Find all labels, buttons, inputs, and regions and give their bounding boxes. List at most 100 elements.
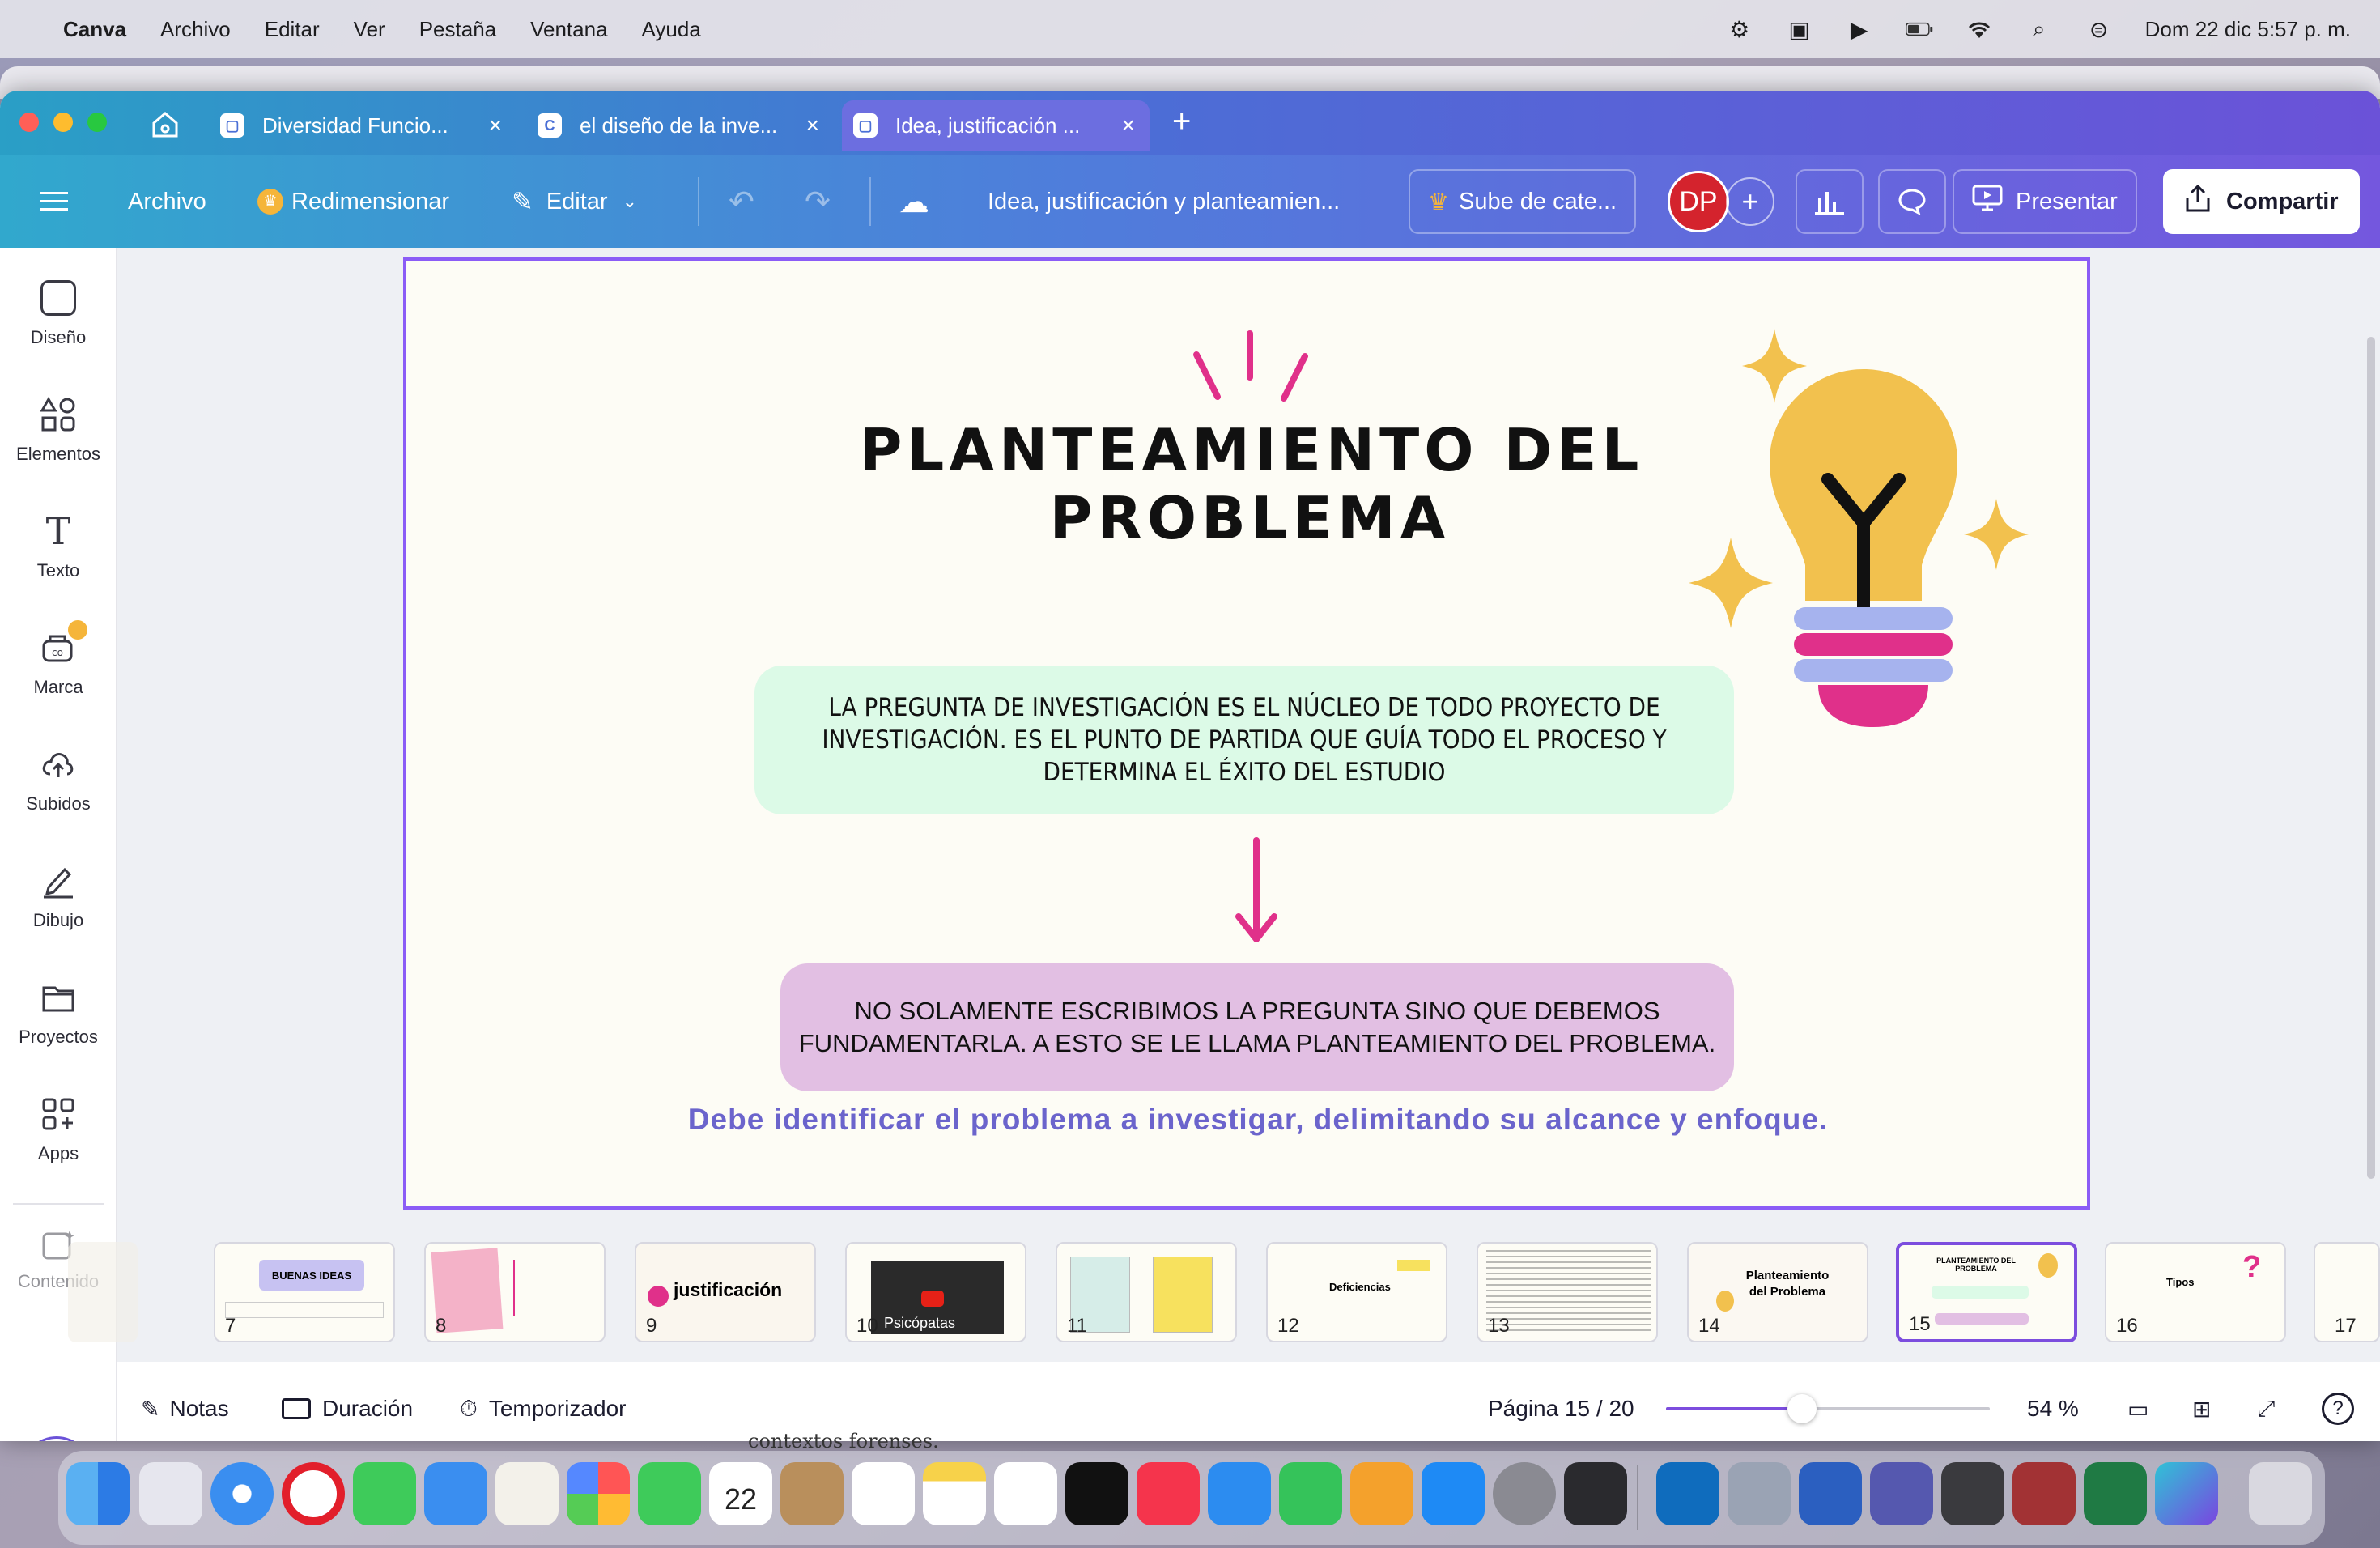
- temporizador-button[interactable]: ⏱ Temporizador: [460, 1396, 626, 1423]
- trash-icon[interactable]: [2249, 1462, 2312, 1525]
- page-thumb-15[interactable]: PLANTEAMIENTO DEL PROBLEMA 15: [1896, 1242, 2077, 1342]
- upgrade-button[interactable]: ♛ Sube de cate...: [1409, 169, 1637, 234]
- sidebar-item-diseno[interactable]: Diseño: [0, 280, 117, 348]
- page-indicator[interactable]: Página 15 / 20: [1488, 1396, 1634, 1422]
- zoom-percentage[interactable]: 54 %: [2027, 1396, 2079, 1422]
- help-icon[interactable]: ?: [2322, 1393, 2354, 1425]
- control-center-extension-icon[interactable]: ⚙: [1726, 17, 1753, 42]
- notas-button[interactable]: ✎ Notas: [141, 1396, 229, 1423]
- reminders-icon[interactable]: [852, 1462, 915, 1525]
- excel-icon[interactable]: [2084, 1462, 2147, 1525]
- page-thumb-6[interactable]: [68, 1242, 138, 1342]
- music-icon[interactable]: [1137, 1462, 1200, 1525]
- maps-icon[interactable]: [495, 1462, 559, 1525]
- page-view-icon[interactable]: ▭: [2127, 1396, 2148, 1423]
- document-title[interactable]: Idea, justificación y planteamien...: [988, 169, 1340, 234]
- lightbulb-icon[interactable]: [1685, 325, 2042, 746]
- home-icon[interactable]: [149, 108, 181, 141]
- photos-icon[interactable]: [567, 1462, 630, 1525]
- sidebar-item-marca[interactable]: co Marca: [0, 619, 117, 698]
- sidebar-item-apps[interactable]: Apps: [0, 1096, 117, 1164]
- notes-app-icon[interactable]: [923, 1462, 986, 1525]
- office-icon[interactable]: ▣: [1786, 17, 1813, 42]
- page-thumb-16[interactable]: Tipos ? 16: [2105, 1242, 2286, 1342]
- battery-icon[interactable]: [1905, 17, 1933, 41]
- dictionary-icon[interactable]: [2012, 1462, 2076, 1525]
- system-settings-icon[interactable]: [1493, 1462, 1556, 1525]
- menu-item-archivo[interactable]: Archivo: [160, 17, 231, 42]
- sidebar-item-proyectos[interactable]: Proyectos: [0, 980, 117, 1048]
- text-box-fundamentar[interactable]: NO SOLAMENTE ESCRIBIMOS LA PREGUNTA SINO…: [780, 963, 1734, 1091]
- grid-view-icon[interactable]: ⊞: [2192, 1396, 2211, 1423]
- numbers-icon[interactable]: [1279, 1462, 1342, 1525]
- fullscreen-icon[interactable]: ⤢: [2257, 1396, 2275, 1423]
- page-thumb-11[interactable]: 11: [1056, 1242, 1237, 1342]
- cloud-saved-icon[interactable]: ☁: [899, 169, 929, 234]
- control-center-icon[interactable]: ⊜: [2085, 17, 2113, 42]
- zoom-slider-track[interactable]: [1666, 1394, 1990, 1423]
- tab-diseno[interactable]: C el diseño de la inve... ×: [526, 100, 834, 151]
- menu-app-name[interactable]: Canva: [63, 17, 126, 42]
- word-icon[interactable]: [1799, 1462, 1862, 1525]
- menu-item-pestana[interactable]: Pestaña: [419, 17, 496, 42]
- close-tab-icon[interactable]: ×: [806, 113, 819, 138]
- insights-button[interactable]: [1796, 169, 1864, 234]
- undo-icon[interactable]: ↶: [729, 169, 754, 234]
- redo-icon[interactable]: ↷: [805, 169, 831, 234]
- launchpad-icon[interactable]: [139, 1462, 202, 1525]
- page-thumb-10[interactable]: Psicópatas 10: [845, 1242, 1026, 1342]
- zoom-slider-handle[interactable]: [1787, 1394, 1817, 1423]
- zoom-window-button[interactable]: [87, 113, 107, 132]
- close-tab-icon[interactable]: ×: [1122, 113, 1135, 138]
- new-tab-icon[interactable]: +: [1172, 104, 1191, 140]
- avatar[interactable]: DP: [1668, 169, 1729, 234]
- page-thumb-8[interactable]: 8: [424, 1242, 606, 1342]
- mail-icon[interactable]: [424, 1462, 487, 1525]
- menu-item-ver[interactable]: Ver: [354, 17, 385, 42]
- menu-item-ventana[interactable]: Ventana: [530, 17, 607, 42]
- editar-button[interactable]: ✎ Editar ⌄: [512, 169, 637, 234]
- invite-button[interactable]: +: [1726, 169, 1774, 234]
- arrow-down-icon[interactable]: [1232, 836, 1281, 947]
- teams-icon[interactable]: [1870, 1462, 1933, 1525]
- facetime-icon[interactable]: [638, 1462, 701, 1525]
- page-thumb-9[interactable]: justificación 9: [635, 1242, 816, 1342]
- page-thumb-14[interactable]: Planteamiento del Problema 14: [1687, 1242, 1868, 1342]
- messages-icon[interactable]: [353, 1462, 416, 1525]
- archivo-button[interactable]: Archivo: [128, 169, 206, 234]
- slide-15[interactable]: PLANTEAMIENTO DEL PROBLEMA LA PREGUNTA D…: [403, 257, 2090, 1210]
- page-thumb-13[interactable]: 13: [1477, 1242, 1658, 1342]
- opera-icon[interactable]: [282, 1462, 345, 1525]
- freeform-icon[interactable]: [994, 1462, 1057, 1525]
- apple-tv-icon[interactable]: [1065, 1462, 1128, 1525]
- calendar-icon[interactable]: 22: [709, 1462, 772, 1525]
- sidebar-item-texto[interactable]: T Texto: [0, 512, 117, 581]
- safari-icon[interactable]: [210, 1462, 274, 1525]
- page-thumb-17[interactable]: 17: [2314, 1242, 2380, 1342]
- iphone-mirroring-icon[interactable]: [1564, 1462, 1627, 1525]
- text-box-pregunta[interactable]: LA PREGUNTA DE INVESTIGACIÓN ES EL NÚCLE…: [754, 666, 1734, 814]
- compartir-button[interactable]: Compartir: [2163, 169, 2360, 234]
- page-thumb-12[interactable]: Deficiencias 12: [1266, 1242, 1447, 1342]
- canvas-scrollbar[interactable]: [2367, 337, 2375, 1179]
- outlook-icon[interactable]: [1656, 1462, 1719, 1525]
- comments-button[interactable]: [1878, 169, 1946, 234]
- sidebar-item-subidos[interactable]: Subidos: [0, 746, 117, 814]
- menu-item-editar[interactable]: Editar: [265, 17, 320, 42]
- wifi-icon[interactable]: [1966, 17, 1993, 41]
- minimize-window-button[interactable]: [53, 113, 73, 132]
- contacts-icon[interactable]: [780, 1462, 844, 1525]
- hamburger-menu-icon[interactable]: [40, 169, 68, 234]
- keynote-icon[interactable]: [1208, 1462, 1271, 1525]
- preview-icon[interactable]: [1728, 1462, 1791, 1525]
- presentar-button[interactable]: Presentar: [1953, 169, 2137, 234]
- page-thumb-7[interactable]: BUENAS IDEAS 7: [214, 1242, 395, 1342]
- redimensionar-button[interactable]: ♛ Redimensionar: [257, 169, 449, 234]
- spotlight-search-icon[interactable]: ⌕: [2025, 16, 2053, 41]
- pages-icon[interactable]: [1350, 1462, 1413, 1525]
- app-store-icon[interactable]: [1422, 1462, 1485, 1525]
- menu-datetime[interactable]: Dom 22 dic 5:57 p. m.: [2145, 17, 2351, 42]
- sidebar-item-dibujo[interactable]: Dibujo: [0, 863, 117, 931]
- close-window-button[interactable]: [19, 113, 39, 132]
- tab-idea-justificacion[interactable]: ▢ Idea, justificación ... ×: [842, 100, 1150, 151]
